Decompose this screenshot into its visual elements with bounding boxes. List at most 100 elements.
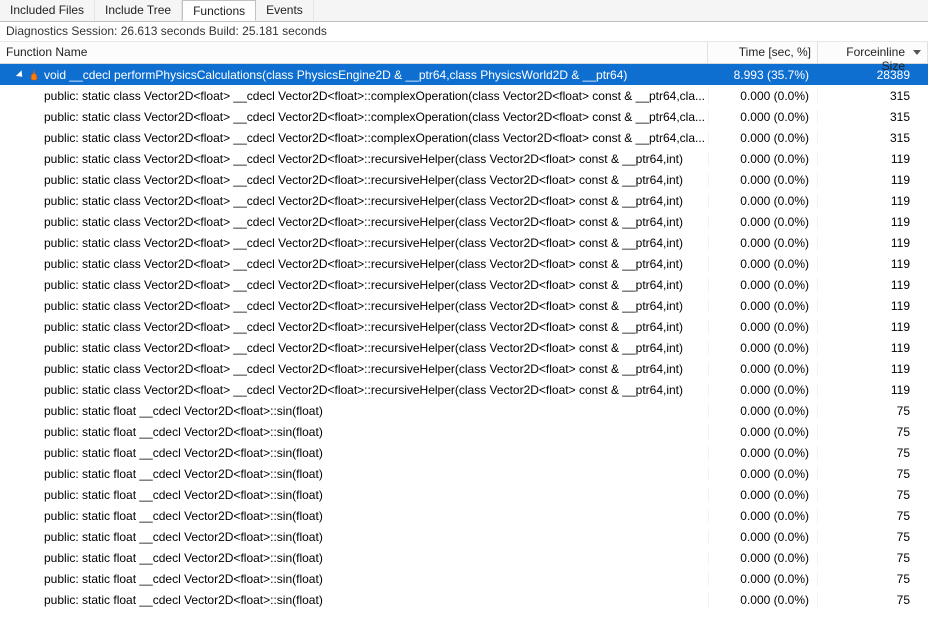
- function-rows: void __cdecl performPhysicsCalculations(…: [0, 64, 928, 637]
- table-row[interactable]: public: static float __cdecl Vector2D<fl…: [0, 568, 928, 589]
- table-row[interactable]: public: static class Vector2D<float> __c…: [0, 379, 928, 400]
- function-signature: public: static float __cdecl Vector2D<fl…: [44, 551, 323, 565]
- time-cell: 0.000 (0.0%): [708, 341, 818, 355]
- tree-collapse-icon[interactable]: [16, 70, 25, 79]
- function-name-cell: public: static class Vector2D<float> __c…: [0, 362, 708, 376]
- time-cell: 8.993 (35.7%): [708, 68, 818, 82]
- function-signature: public: static class Vector2D<float> __c…: [44, 341, 683, 355]
- time-cell: 0.000 (0.0%): [708, 299, 818, 313]
- time-cell: 0.000 (0.0%): [708, 467, 818, 481]
- sort-desc-icon: [913, 50, 921, 55]
- size-cell: 119: [818, 341, 928, 355]
- size-cell: 119: [818, 278, 928, 292]
- header-function-name[interactable]: Function Name: [0, 42, 708, 63]
- function-name-cell: public: static class Vector2D<float> __c…: [0, 173, 708, 187]
- function-name-cell: public: static class Vector2D<float> __c…: [0, 131, 708, 145]
- time-cell: 0.000 (0.0%): [708, 425, 818, 439]
- table-row[interactable]: public: static class Vector2D<float> __c…: [0, 169, 928, 190]
- table-row[interactable]: public: static class Vector2D<float> __c…: [0, 316, 928, 337]
- table-row[interactable]: public: static float __cdecl Vector2D<fl…: [0, 484, 928, 505]
- function-name-cell: public: static class Vector2D<float> __c…: [0, 194, 708, 208]
- function-signature: public: static class Vector2D<float> __c…: [44, 110, 705, 124]
- function-signature: public: static class Vector2D<float> __c…: [44, 131, 705, 145]
- size-cell: 119: [818, 194, 928, 208]
- size-cell: 75: [818, 572, 928, 586]
- table-row[interactable]: public: static class Vector2D<float> __c…: [0, 295, 928, 316]
- time-cell: 0.000 (0.0%): [708, 173, 818, 187]
- size-cell: 315: [818, 89, 928, 103]
- size-cell: 75: [818, 425, 928, 439]
- size-cell: 315: [818, 131, 928, 145]
- session-info: Diagnostics Session: 26.613 seconds Buil…: [0, 22, 928, 42]
- function-name-cell: public: static float __cdecl Vector2D<fl…: [0, 404, 708, 418]
- time-cell: 0.000 (0.0%): [708, 110, 818, 124]
- function-signature: public: static class Vector2D<float> __c…: [44, 236, 683, 250]
- table-row[interactable]: public: static float __cdecl Vector2D<fl…: [0, 526, 928, 547]
- function-name-cell: public: static class Vector2D<float> __c…: [0, 152, 708, 166]
- function-name-cell: public: static float __cdecl Vector2D<fl…: [0, 572, 708, 586]
- table-row[interactable]: public: static float __cdecl Vector2D<fl…: [0, 463, 928, 484]
- function-signature: public: static float __cdecl Vector2D<fl…: [44, 530, 323, 544]
- function-name-cell: public: static class Vector2D<float> __c…: [0, 320, 708, 334]
- function-name-cell: public: static class Vector2D<float> __c…: [0, 383, 708, 397]
- table-row[interactable]: public: static class Vector2D<float> __c…: [0, 253, 928, 274]
- time-cell: 0.000 (0.0%): [708, 551, 818, 565]
- function-name-cell: public: static float __cdecl Vector2D<fl…: [0, 593, 708, 607]
- table-row[interactable]: public: static class Vector2D<float> __c…: [0, 85, 928, 106]
- time-cell: 0.000 (0.0%): [708, 572, 818, 586]
- table-row[interactable]: public: static class Vector2D<float> __c…: [0, 232, 928, 253]
- table-row[interactable]: public: static class Vector2D<float> __c…: [0, 106, 928, 127]
- table-row[interactable]: public: static class Vector2D<float> __c…: [0, 190, 928, 211]
- size-cell: 75: [818, 593, 928, 607]
- time-cell: 0.000 (0.0%): [708, 278, 818, 292]
- size-cell: 119: [818, 215, 928, 229]
- tab-events[interactable]: Events: [256, 0, 314, 21]
- size-cell: 119: [818, 257, 928, 271]
- function-name-cell: public: static float __cdecl Vector2D<fl…: [0, 509, 708, 523]
- table-row[interactable]: public: static float __cdecl Vector2D<fl…: [0, 547, 928, 568]
- function-name-cell: public: static class Vector2D<float> __c…: [0, 341, 708, 355]
- tab-functions[interactable]: Functions: [182, 0, 256, 21]
- table-row[interactable]: public: static float __cdecl Vector2D<fl…: [0, 421, 928, 442]
- table-row[interactable]: public: static class Vector2D<float> __c…: [0, 274, 928, 295]
- header-forceinline-size[interactable]: Forceinline Size: [818, 42, 928, 63]
- time-cell: 0.000 (0.0%): [708, 362, 818, 376]
- function-signature: public: static class Vector2D<float> __c…: [44, 362, 683, 376]
- function-signature: public: static float __cdecl Vector2D<fl…: [44, 572, 323, 586]
- size-cell: 75: [818, 530, 928, 544]
- function-signature: public: static float __cdecl Vector2D<fl…: [44, 404, 323, 418]
- function-signature: public: static float __cdecl Vector2D<fl…: [44, 446, 323, 460]
- tab-included-files[interactable]: Included Files: [0, 0, 95, 21]
- table-row[interactable]: public: static class Vector2D<float> __c…: [0, 358, 928, 379]
- table-row[interactable]: public: static float __cdecl Vector2D<fl…: [0, 400, 928, 421]
- table-row[interactable]: public: static class Vector2D<float> __c…: [0, 148, 928, 169]
- size-cell: 119: [818, 236, 928, 250]
- function-signature: public: static class Vector2D<float> __c…: [44, 152, 683, 166]
- time-cell: 0.000 (0.0%): [708, 236, 818, 250]
- function-signature: public: static class Vector2D<float> __c…: [44, 194, 683, 208]
- function-name-cell: public: static class Vector2D<float> __c…: [0, 110, 708, 124]
- table-row[interactable]: void __cdecl performPhysicsCalculations(…: [0, 64, 928, 85]
- size-cell: 119: [818, 299, 928, 313]
- size-cell: 75: [818, 488, 928, 502]
- function-signature: void __cdecl performPhysicsCalculations(…: [44, 68, 627, 82]
- function-name-cell: public: static class Vector2D<float> __c…: [0, 236, 708, 250]
- table-row[interactable]: public: static class Vector2D<float> __c…: [0, 211, 928, 232]
- function-signature: public: static float __cdecl Vector2D<fl…: [44, 488, 323, 502]
- function-name-cell: public: static float __cdecl Vector2D<fl…: [0, 467, 708, 481]
- function-signature: public: static float __cdecl Vector2D<fl…: [44, 593, 323, 607]
- tab-include-tree[interactable]: Include Tree: [95, 0, 182, 21]
- table-row[interactable]: public: static float __cdecl Vector2D<fl…: [0, 505, 928, 526]
- function-name-cell: public: static float __cdecl Vector2D<fl…: [0, 488, 708, 502]
- header-time[interactable]: Time [sec, %]: [708, 42, 818, 63]
- table-row[interactable]: public: static class Vector2D<float> __c…: [0, 127, 928, 148]
- function-signature: public: static class Vector2D<float> __c…: [44, 278, 683, 292]
- time-cell: 0.000 (0.0%): [708, 152, 818, 166]
- function-name-cell: public: static class Vector2D<float> __c…: [0, 89, 708, 103]
- table-row[interactable]: public: static float __cdecl Vector2D<fl…: [0, 442, 928, 463]
- function-signature: public: static class Vector2D<float> __c…: [44, 89, 705, 103]
- time-cell: 0.000 (0.0%): [708, 488, 818, 502]
- table-row[interactable]: public: static class Vector2D<float> __c…: [0, 337, 928, 358]
- size-cell: 75: [818, 509, 928, 523]
- table-row[interactable]: public: static float __cdecl Vector2D<fl…: [0, 589, 928, 610]
